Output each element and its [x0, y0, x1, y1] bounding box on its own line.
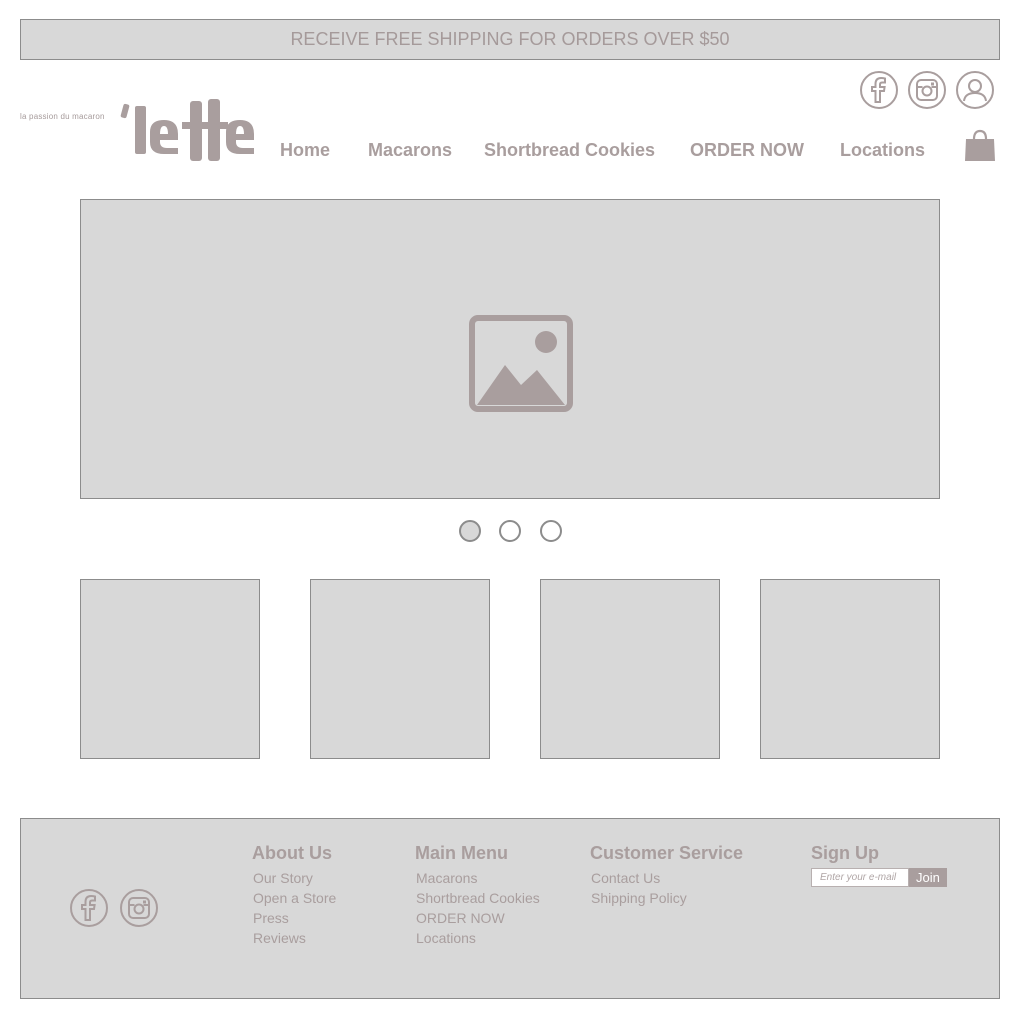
- footer-col-main-menu: Main Menu Macarons Shortbread Cookies OR…: [415, 843, 540, 948]
- logo-wordmark: [120, 99, 254, 161]
- instagram-icon[interactable]: [120, 889, 158, 927]
- site-footer: About Us Our Story Open a Store Press Re…: [20, 818, 1000, 999]
- footer-link-order-now[interactable]: ORDER NOW: [415, 908, 540, 928]
- footer-col-about-us: About Us Our Story Open a Store Press Re…: [252, 843, 336, 948]
- product-tile-4[interactable]: [760, 579, 940, 759]
- footer-link-macarons[interactable]: Macarons: [415, 868, 540, 888]
- footer-link-shortbread-cookies[interactable]: Shortbread Cookies: [415, 888, 540, 908]
- signup-form: Join: [811, 868, 947, 887]
- facebook-icon[interactable]: [70, 889, 108, 927]
- header-icons: [860, 71, 994, 109]
- footer-col-title: About Us: [252, 843, 332, 863]
- product-tile-3[interactable]: [540, 579, 720, 759]
- carousel-dot-2[interactable]: [499, 520, 521, 542]
- footer-col-title: Customer Service: [590, 843, 744, 863]
- shipping-banner: RECEIVE FREE SHIPPING FOR ORDERS OVER $5…: [20, 19, 1000, 60]
- product-tile-2[interactable]: [310, 579, 490, 759]
- carousel-dot-1[interactable]: [459, 520, 481, 542]
- join-button[interactable]: Join: [909, 868, 947, 887]
- nav-item-home[interactable]: Home: [280, 140, 330, 161]
- image-placeholder-icon: [469, 315, 573, 412]
- footer-link-shipping-policy[interactable]: Shipping Policy: [590, 888, 743, 908]
- logo-tagline: la passion du macaron: [20, 112, 105, 121]
- footer-social-icons: [70, 889, 158, 927]
- shopping-bag-icon[interactable]: [964, 129, 996, 167]
- footer-link-our-story[interactable]: Our Story: [252, 868, 336, 888]
- footer-signup: Sign Up Join: [811, 843, 947, 887]
- email-field[interactable]: [811, 868, 909, 887]
- footer-link-locations[interactable]: Locations: [415, 928, 540, 948]
- facebook-icon[interactable]: [860, 71, 898, 109]
- footer-link-reviews[interactable]: Reviews: [252, 928, 336, 948]
- hero-carousel[interactable]: [80, 199, 940, 499]
- brand-logo[interactable]: la passion du macaron: [20, 96, 260, 166]
- footer-col-title: Main Menu: [415, 843, 508, 863]
- instagram-icon[interactable]: [908, 71, 946, 109]
- nav-item-locations[interactable]: Locations: [840, 140, 925, 161]
- signup-title: Sign Up: [811, 843, 879, 863]
- carousel-dot-3[interactable]: [540, 520, 562, 542]
- footer-col-customer-service: Customer Service Contact Us Shipping Pol…: [590, 843, 743, 908]
- footer-link-press[interactable]: Press: [252, 908, 336, 928]
- user-account-icon[interactable]: [956, 71, 994, 109]
- footer-link-open-a-store[interactable]: Open a Store: [252, 888, 336, 908]
- nav-item-macarons[interactable]: Macarons: [368, 140, 452, 161]
- product-tile-1[interactable]: [80, 579, 260, 759]
- nav-item-shortbread-cookies[interactable]: Shortbread Cookies: [484, 140, 655, 161]
- shipping-banner-text: RECEIVE FREE SHIPPING FOR ORDERS OVER $5…: [290, 29, 730, 49]
- footer-link-contact-us[interactable]: Contact Us: [590, 868, 743, 888]
- nav-item-order-now[interactable]: ORDER NOW: [690, 140, 804, 161]
